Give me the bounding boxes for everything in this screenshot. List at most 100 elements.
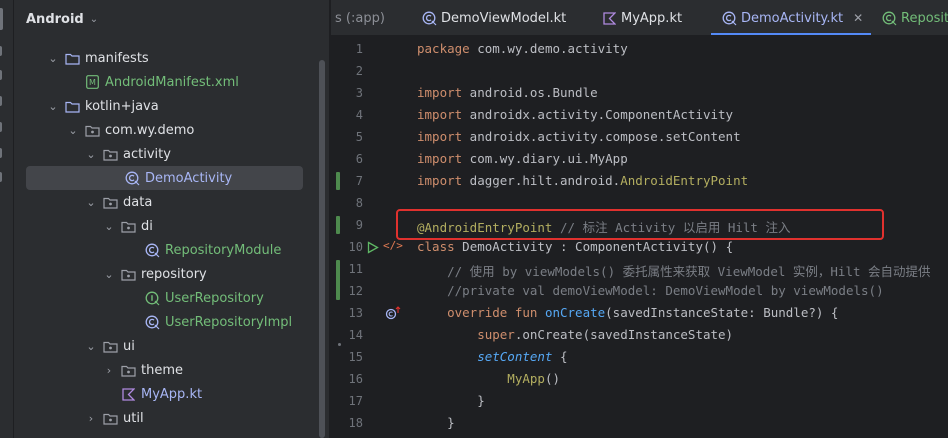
line-number: 2 xyxy=(355,64,363,78)
code-text: .onCreate(savedInstanceState) xyxy=(514,327,734,342)
tree-item-label: di xyxy=(141,218,153,234)
code-comment: //private val demoViewModel: DemoViewMod… xyxy=(417,283,884,298)
code-line-18: } xyxy=(417,415,455,430)
code-function-call: MyApp xyxy=(417,371,545,386)
vcs-change-marker[interactable] xyxy=(336,216,340,234)
project-scrollbar[interactable] xyxy=(319,60,325,438)
code-keyword: import xyxy=(417,85,463,100)
tab-myapp[interactable]: MyApp.kt xyxy=(601,0,683,35)
line-number: 14 xyxy=(348,328,363,342)
tab-label: s (:app) xyxy=(335,10,385,26)
tree-item-data[interactable]: ⌄ data xyxy=(14,190,329,214)
kotlin-class-icon xyxy=(144,314,160,330)
vcs-change-marker[interactable] xyxy=(336,172,340,190)
project-view-title: Android xyxy=(26,11,84,27)
tree-item-label: DemoActivity xyxy=(145,170,233,186)
line-number: 8 xyxy=(355,196,363,210)
tab-demoactivity[interactable]: DemoActivity.kt ✕ xyxy=(710,0,872,35)
tool-window-strip xyxy=(0,0,14,438)
tree-item-ui[interactable]: ⌄ ui xyxy=(14,334,329,358)
tree-item-androidmanifest[interactable]: M AndroidManifest.xml xyxy=(14,70,329,94)
tree-item-label: kotlin+java xyxy=(85,98,159,114)
chevron-down-icon[interactable]: ⌄ xyxy=(84,340,98,353)
tree-item-repository[interactable]: ⌄ repository xyxy=(14,262,329,286)
line-number: 1 xyxy=(355,42,363,56)
chevron-down-icon[interactable]: ⌄ xyxy=(84,196,98,209)
svg-text:M: M xyxy=(89,78,96,87)
tab-demoviewmodel[interactable]: DemoViewModel.kt xyxy=(421,0,566,35)
tool-window-indicator[interactable] xyxy=(0,148,2,158)
chevron-down-icon[interactable]: ⌄ xyxy=(102,220,116,233)
vcs-change-marker[interactable] xyxy=(336,260,340,300)
tree-item-demoactivity[interactable]: DemoActivity xyxy=(26,166,303,190)
code-keyword: class xyxy=(417,239,455,254)
manifest-file-icon: M xyxy=(84,74,100,90)
code-line-4: import androidx.activity.ComponentActivi… xyxy=(417,107,733,122)
kotlin-interface-icon xyxy=(144,290,160,306)
tab-label: Reposit xyxy=(901,10,948,26)
code-keyword: import xyxy=(417,173,463,188)
project-view-selector[interactable]: Android ⌄ xyxy=(26,9,98,29)
tool-window-indicator[interactable] xyxy=(0,96,2,106)
run-icon[interactable] xyxy=(367,239,379,258)
code-line-6: import com.wy.diary.ui.MyApp xyxy=(417,151,628,166)
tool-window-indicator[interactable] xyxy=(0,46,2,56)
code-line-1: package com.wy.demo.activity xyxy=(417,41,628,56)
code-keyword: super xyxy=(417,327,515,342)
tree-item-label: activity xyxy=(123,146,171,162)
tab-repository[interactable]: Reposit xyxy=(881,0,948,35)
tree-item-manifests[interactable]: ⌄ manifests xyxy=(14,46,329,70)
tree-item-theme[interactable]: › theme xyxy=(14,358,329,382)
kotlin-class-icon xyxy=(124,170,140,186)
tool-window-indicator[interactable] xyxy=(0,70,2,80)
chevron-right-icon[interactable]: › xyxy=(84,412,98,425)
code-text: com.wy.demo.activity xyxy=(469,41,628,56)
override-icon[interactable] xyxy=(385,305,401,324)
tab-label: MyApp.kt xyxy=(621,10,683,26)
line-number: 17 xyxy=(348,394,363,408)
tree-item-label: theme xyxy=(141,362,183,378)
kotlin-class-icon xyxy=(421,10,437,26)
tool-window-indicator[interactable] xyxy=(0,8,3,30)
code-keyword: package xyxy=(417,41,470,56)
kotlin-file-icon xyxy=(120,386,136,402)
tool-window-indicator[interactable] xyxy=(0,172,2,182)
kotlin-class-icon xyxy=(721,10,737,26)
package-icon xyxy=(120,362,136,378)
line-number: 18 xyxy=(348,416,363,430)
tree-item-userrepositoryimpl[interactable]: UserRepositoryImpl xyxy=(14,310,329,334)
code-keyword: import xyxy=(417,107,463,122)
tree-item-myapp-kt[interactable]: MyApp.kt xyxy=(14,382,329,406)
tree-item-kotlin-java[interactable]: ⌄ kotlin+java xyxy=(14,94,329,118)
chevron-down-icon[interactable]: ⌄ xyxy=(84,148,98,161)
tree-item-repositorymodule[interactable]: RepositoryModule xyxy=(14,238,329,262)
line-number: 6 xyxy=(355,152,363,166)
package-icon xyxy=(120,266,136,282)
chevron-down-icon[interactable]: ⌄ xyxy=(102,268,116,281)
tree-item-util[interactable]: › util xyxy=(14,406,329,430)
tree-item-di[interactable]: ⌄ di xyxy=(14,214,329,238)
line-number: 3 xyxy=(355,86,363,100)
line-number: 13 xyxy=(348,306,363,320)
code-text: } xyxy=(417,415,455,430)
code-line-16: MyApp() xyxy=(417,371,560,386)
tab-app-manifest[interactable]: s (:app) xyxy=(335,0,385,35)
line-number: 4 xyxy=(355,108,363,122)
compose-preview-icon[interactable]: </> xyxy=(383,239,403,252)
close-icon[interactable]: ✕ xyxy=(853,11,863,25)
code-keyword: import xyxy=(417,151,463,166)
chevron-down-icon[interactable]: ⌄ xyxy=(46,100,60,113)
tree-item-label: RepositoryModule xyxy=(165,242,282,258)
tree-item-userrepository[interactable]: UserRepository xyxy=(14,286,329,310)
chevron-right-icon[interactable]: › xyxy=(102,364,116,377)
package-icon xyxy=(102,410,118,426)
tool-window-indicator[interactable] xyxy=(0,122,2,132)
code-keyword: import xyxy=(417,129,463,144)
code-line-3: import android.os.Bundle xyxy=(417,85,598,100)
chevron-down-icon[interactable]: ⌄ xyxy=(46,52,60,65)
tree-item-activity[interactable]: ⌄ activity xyxy=(14,142,329,166)
folder-icon xyxy=(64,98,80,114)
chevron-down-icon[interactable]: ⌄ xyxy=(66,124,80,137)
tree-item-com-wy-demo[interactable]: ⌄ com.wy.demo xyxy=(14,118,329,142)
code-text: android.os.Bundle xyxy=(462,85,598,100)
